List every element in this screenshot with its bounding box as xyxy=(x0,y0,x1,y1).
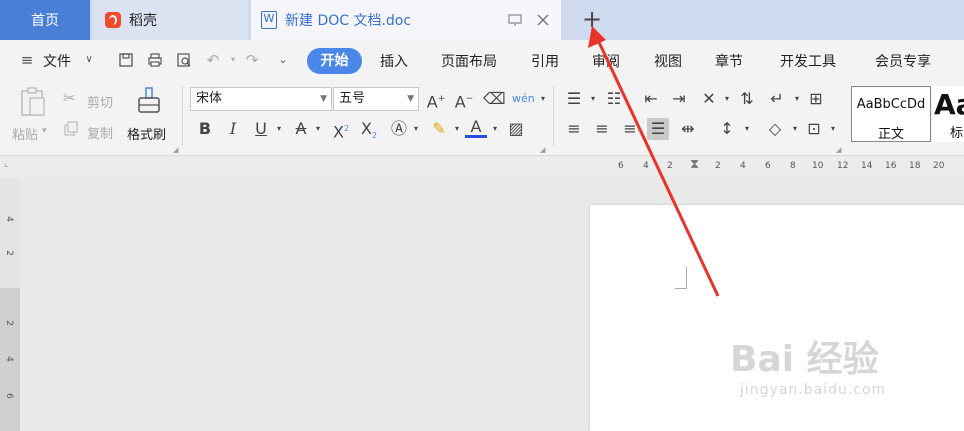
annotation-arrow-icon xyxy=(588,26,720,297)
